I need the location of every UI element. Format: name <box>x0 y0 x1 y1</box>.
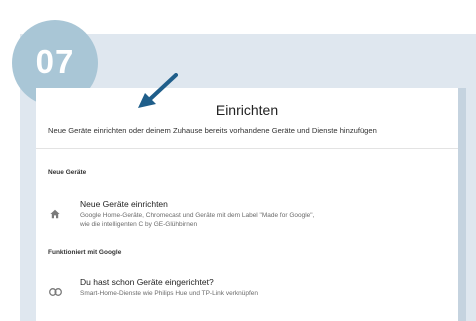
item-description: wie die intelligenten C by GE-Glühbirnen <box>80 221 198 228</box>
home-icon <box>50 206 60 224</box>
link-icon <box>49 283 62 301</box>
item-title: Du hast schon Geräte eingerichtet? <box>80 277 214 287</box>
item-description: Google Home-Geräte, Chromecast und Gerät… <box>80 212 315 219</box>
setup-dialog: Einrichten Neue Geräte einrichten oder d… <box>36 88 458 321</box>
divider <box>36 148 458 149</box>
item-title: Neue Geräte einrichten <box>80 199 168 209</box>
item-description: Smart-Home-Dienste wie Philips Hue und T… <box>80 290 258 297</box>
dialog-subtitle: Neue Geräte einrichten oder deinem Zuhau… <box>48 126 377 135</box>
dialog-title: Einrichten <box>215 102 279 118</box>
section-heading-new-devices: Neue Geräte <box>48 169 87 176</box>
section-heading-works-with-google: Funktioniert mit Google <box>48 249 122 256</box>
pointer-arrow <box>138 73 178 108</box>
scrollbar[interactable] <box>458 88 466 321</box>
